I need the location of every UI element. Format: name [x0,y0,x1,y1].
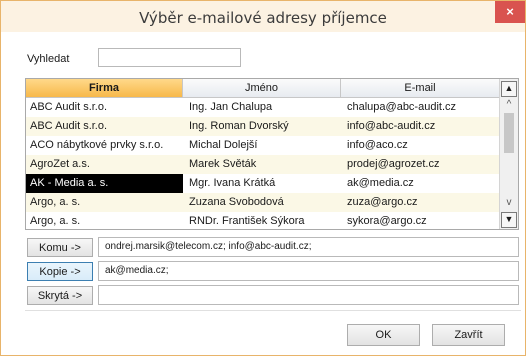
chevron-up-icon[interactable]: ^ [500,99,518,111]
table-row[interactable]: Argo, a. s. RNDr. František Sýkora sykor… [26,212,500,229]
ok-button[interactable]: OK [347,324,420,346]
arrow-to-top-icon[interactable]: ▲ [501,81,517,97]
cell-jmeno: Ing. Jan Chalupa [189,101,273,113]
table-row-selected[interactable]: AK - Media a. s. Mgr. Ivana Krátká ak@me… [26,174,500,193]
table-row[interactable]: AgroZet a.s. Marek Světák prodej@agrozet… [26,155,500,174]
cell-firma: ABC Audit s.r.o. [30,120,108,132]
skryta-button[interactable]: Skrytá -> [27,286,93,305]
table-row[interactable]: ABC Audit s.r.o. Ing. Roman Dvorský info… [26,117,500,136]
cell-jmeno: Ing. Roman Dvorský [189,120,289,132]
close-window-button[interactable]: × [495,1,525,23]
cell-email: prodej@agrozet.cz [347,158,440,170]
table-row[interactable]: ACO nábytkové prvky s.r.o. Michal Dolejš… [26,136,500,155]
table-row[interactable]: Argo, a. s. Zuzana Svobodová zuza@argo.c… [26,193,500,212]
cell-jmeno: Zuzana Svobodová [189,196,284,208]
cell-firma: Argo, a. s. [30,196,81,208]
cell-email: zuza@argo.cz [347,196,418,208]
komu-button[interactable]: Komu -> [27,238,93,257]
cell-email: chalupa@abc-audit.cz [347,101,457,113]
cell-jmeno: RNDr. František Sýkora [189,215,305,227]
close-button[interactable]: Zavřít [432,324,505,346]
cell-firma: AK - Media a. s. [26,174,183,193]
divider [25,310,521,311]
vertical-scrollbar[interactable]: ▲ ^ v ▼ [499,79,518,229]
column-header-email[interactable]: E-mail [341,79,500,98]
dialog-window: Výběr e-mailové adresy příjemce × Vyhled… [0,0,526,356]
cell-email: info@aco.cz [347,139,408,151]
cell-firma: ACO nábytkové prvky s.r.o. [30,139,164,151]
contacts-grid: Firma Jméno E-mail ABC Audit s.r.o. Ing.… [25,78,519,230]
chevron-down-icon[interactable]: v [500,197,518,209]
arrow-to-bottom-icon[interactable]: ▼ [501,212,517,228]
title-bar: Výběr e-mailové adresy příjemce × [1,1,525,32]
cell-jmeno: Marek Světák [189,158,257,170]
search-input[interactable] [98,48,241,67]
search-label: Vyhledat [27,53,70,65]
cell-email: sykora@argo.cz [347,215,427,227]
cell-firma: AgroZet a.s. [30,158,90,170]
cell-email: ak@media.cz [347,177,414,189]
cell-firma: ABC Audit s.r.o. [30,101,108,113]
column-header-firma[interactable]: Firma [26,79,183,98]
scrollbar-thumb[interactable] [504,113,514,153]
cell-jmeno: Mgr. Ivana Krátká [189,177,276,189]
kopie-button[interactable]: Kopie -> [27,262,93,281]
column-header-jmeno[interactable]: Jméno [183,79,341,98]
cell-firma: Argo, a. s. [30,215,81,227]
cell-jmeno: Michal Dolejší [189,139,258,151]
cell-email: info@abc-audit.cz [347,120,436,132]
dialog-title: Výběr e-mailové adresy příjemce [139,9,387,27]
skryta-field[interactable] [98,285,519,305]
komu-field[interactable]: ondrej.marsik@telecom.cz; info@abc-audit… [98,237,519,257]
table-row[interactable]: ABC Audit s.r.o. Ing. Jan Chalupa chalup… [26,98,500,117]
kopie-field[interactable]: ak@media.cz; [98,261,519,281]
